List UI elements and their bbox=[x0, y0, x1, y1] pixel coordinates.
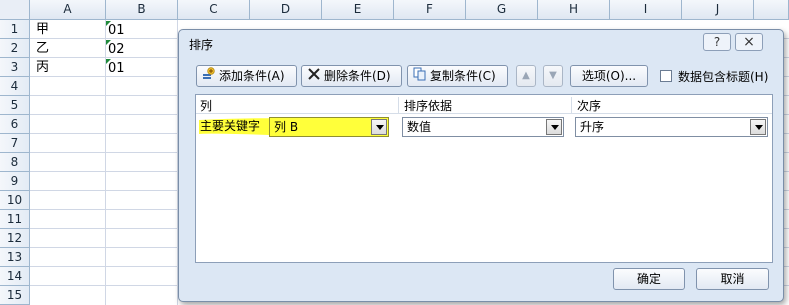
row-header[interactable]: 13 bbox=[0, 248, 30, 267]
add-level-button[interactable]: 添加条件(A) bbox=[196, 65, 297, 87]
row-header[interactable]: 6 bbox=[0, 115, 30, 134]
close-button[interactable]: × bbox=[735, 33, 763, 51]
column-header-g[interactable]: G bbox=[466, 0, 538, 20]
column-header-i[interactable]: I bbox=[610, 0, 682, 20]
row-header[interactable]: 7 bbox=[0, 134, 30, 153]
column-header-c[interactable]: C bbox=[178, 0, 250, 20]
order-heading: 次序 bbox=[577, 99, 602, 113]
row-header[interactable]: 15 bbox=[0, 286, 30, 305]
row-header[interactable]: 12 bbox=[0, 229, 30, 248]
heading-separator bbox=[571, 97, 572, 113]
arrow-down-icon: ▼ bbox=[549, 70, 557, 81]
column-header-e[interactable]: E bbox=[322, 0, 394, 20]
chevron-down-icon[interactable] bbox=[546, 119, 562, 135]
chevron-down-icon[interactable] bbox=[750, 119, 766, 135]
select-all-corner[interactable] bbox=[0, 0, 30, 20]
order-select[interactable]: 升序 bbox=[575, 117, 768, 137]
row-header[interactable]: 14 bbox=[0, 267, 30, 286]
sort-on-heading: 排序依据 bbox=[404, 99, 453, 113]
delete-level-label: 删除条件(D) bbox=[324, 69, 391, 83]
column-header-b[interactable]: B bbox=[106, 0, 178, 20]
add-level-icon bbox=[202, 66, 216, 87]
row-header[interactable]: 3 bbox=[0, 58, 30, 77]
cancel-button[interactable]: 取消 bbox=[696, 268, 769, 290]
copy-icon bbox=[413, 67, 427, 87]
header-checkbox[interactable] bbox=[660, 70, 672, 82]
delete-level-button[interactable]: 删除条件(D) bbox=[301, 65, 402, 87]
column-header-h[interactable]: H bbox=[538, 0, 610, 20]
cell-a1[interactable]: 甲 bbox=[36, 20, 49, 39]
heading-separator bbox=[398, 97, 399, 113]
column-header-partial[interactable] bbox=[754, 0, 789, 20]
sort-by-label: 主要关键字 bbox=[200, 119, 261, 133]
add-level-label: 添加条件(A) bbox=[219, 69, 285, 83]
row-header[interactable]: 11 bbox=[0, 210, 30, 229]
order-select-value: 升序 bbox=[580, 120, 605, 134]
column-header-j[interactable]: J bbox=[682, 0, 754, 20]
copy-level-button[interactable]: 复制条件(C) bbox=[407, 65, 508, 87]
cell-b1[interactable]: 01 bbox=[108, 21, 125, 40]
chevron-down-icon[interactable] bbox=[371, 119, 387, 135]
column-select-value: 列 B bbox=[274, 120, 299, 134]
cell-a2[interactable]: 乙 bbox=[36, 39, 49, 58]
move-down-button[interactable]: ▼ bbox=[543, 65, 563, 87]
sort-dialog: 排序 ? × 添加条件(A) 删除条件(D) 复制条件(C) ▲ ▼ 选项(O)… bbox=[178, 29, 784, 302]
sort-on-select[interactable]: 数值 bbox=[402, 117, 564, 137]
copy-level-label: 复制条件(C) bbox=[430, 69, 496, 83]
arrow-up-icon: ▲ bbox=[522, 70, 530, 81]
row-header[interactable]: 4 bbox=[0, 77, 30, 96]
column-heading: 列 bbox=[200, 99, 213, 113]
row-header[interactable]: 10 bbox=[0, 191, 30, 210]
ok-button[interactable]: 确定 bbox=[613, 268, 685, 290]
row-header[interactable]: 9 bbox=[0, 172, 30, 191]
cell-b3[interactable]: 01 bbox=[108, 59, 125, 78]
sort-level-list: 列 排序依据 次序 主要关键字 列 B 数值 升序 bbox=[195, 94, 773, 263]
row-header[interactable]: 5 bbox=[0, 96, 30, 115]
row-header[interactable]: 1 bbox=[0, 20, 30, 39]
options-button[interactable]: 选项(O)... bbox=[570, 65, 648, 87]
help-button[interactable]: ? bbox=[703, 33, 731, 51]
move-up-button[interactable]: ▲ bbox=[516, 65, 536, 87]
cell-b2[interactable]: 02 bbox=[108, 40, 125, 59]
delete-icon bbox=[307, 67, 321, 87]
header-checkbox-label[interactable]: 数据包含标题(H) bbox=[678, 68, 768, 85]
heading-divider bbox=[196, 113, 772, 114]
sort-on-select-value: 数值 bbox=[407, 120, 432, 134]
row-header[interactable]: 2 bbox=[0, 39, 30, 58]
column-header-f[interactable]: F bbox=[394, 0, 466, 20]
cell-a3[interactable]: 丙 bbox=[36, 58, 49, 77]
column-select[interactable]: 列 B bbox=[269, 117, 389, 137]
dialog-title: 排序 bbox=[189, 38, 214, 52]
column-header-a[interactable]: A bbox=[30, 0, 106, 20]
column-header-d[interactable]: D bbox=[250, 0, 322, 20]
row-header[interactable]: 8 bbox=[0, 153, 30, 172]
